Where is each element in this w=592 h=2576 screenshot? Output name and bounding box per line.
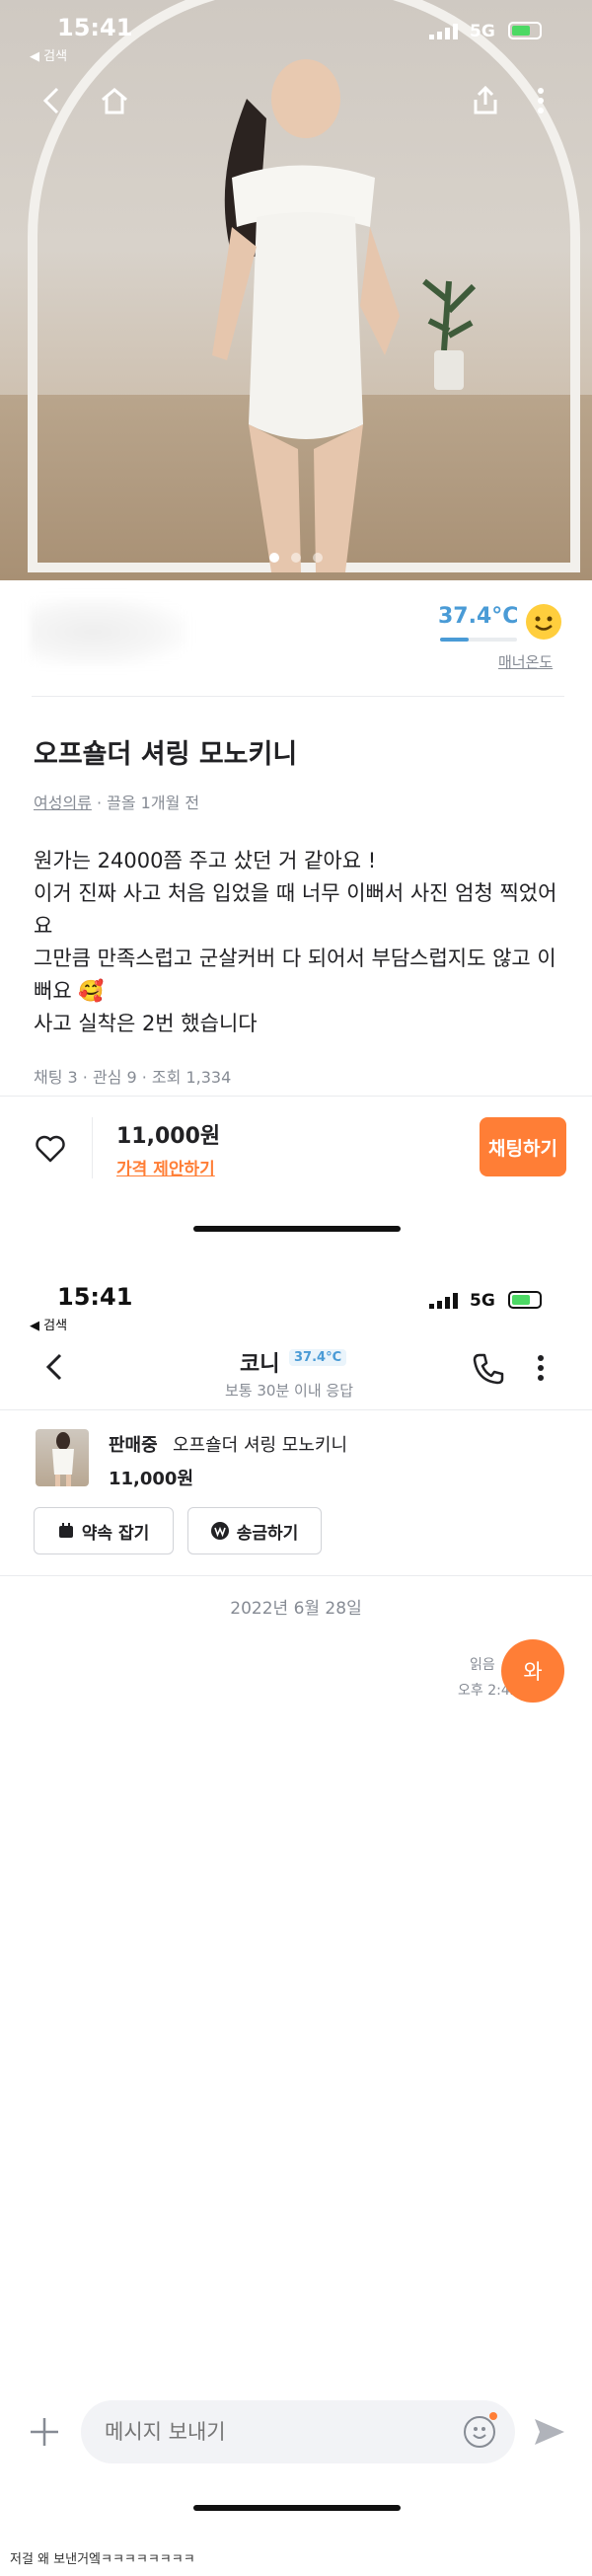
item-thumbnail[interactable] xyxy=(36,1429,89,1486)
temperature-bar xyxy=(440,638,517,642)
signal-icon xyxy=(429,1293,458,1309)
model-figure xyxy=(212,59,400,572)
response-time: 보통 30분 이내 응답 xyxy=(225,1382,353,1400)
emoji-icon[interactable] xyxy=(464,2416,495,2448)
listing-title: 오프숄더 셔링 모노키니 xyxy=(34,739,298,770)
item-price: 11,000원 xyxy=(109,1469,194,1489)
status-time: 15:41 xyxy=(57,14,133,41)
battery-icon xyxy=(508,22,542,39)
heart-icon[interactable] xyxy=(34,1132,67,1166)
thumbnail-figure xyxy=(52,1432,74,1486)
appointment-button[interactable]: 약속 잡기 xyxy=(34,1507,174,1554)
smile-face-icon xyxy=(526,604,561,640)
partner-temperature: 37.4°C xyxy=(289,1349,347,1366)
listing-screen: 15:41 ◀ 검색 5G 37.4°C 매너온도 오프숄더 셔링 모노키니 여… xyxy=(0,0,592,1268)
manner-label[interactable]: 매너온도 xyxy=(498,651,553,672)
won-coin-icon xyxy=(210,1522,229,1540)
send-icon[interactable] xyxy=(533,2416,566,2448)
manner-temperature: 37.4°C xyxy=(438,604,519,629)
more-vertical-icon[interactable] xyxy=(521,81,560,120)
message-bubble[interactable]: 와 xyxy=(501,1639,564,1703)
vertical-divider xyxy=(92,1117,93,1178)
pager-dot[interactable] xyxy=(269,553,279,563)
listing-price: 11,000원 xyxy=(116,1124,221,1149)
listing-stats: 채팅 3 · 관심 9 · 조회 1,334 xyxy=(34,1068,232,1087)
photo-pager[interactable] xyxy=(0,548,592,567)
appointment-label: 약속 잡기 xyxy=(81,1523,150,1544)
category-link[interactable]: 여성의류 xyxy=(34,794,92,812)
read-receipt: 읽음 xyxy=(470,1657,495,1673)
item-status: 판매중 xyxy=(109,1435,158,1456)
chat-date: 2022년 6월 28일 xyxy=(230,1599,362,1619)
divider xyxy=(0,1575,592,1576)
battery-icon xyxy=(508,1291,542,1309)
back-to-app[interactable]: ◀ 검색 xyxy=(30,45,67,64)
phone-icon[interactable] xyxy=(472,1352,505,1386)
pager-dot[interactable] xyxy=(291,553,301,563)
share-icon[interactable] xyxy=(466,81,505,120)
network-label: 5G xyxy=(470,1291,495,1311)
price-offer-link[interactable]: 가격 제안하기 xyxy=(116,1155,215,1179)
home-indicator xyxy=(193,1226,401,1232)
more-vertical-icon[interactable] xyxy=(537,1354,545,1382)
back-arrow-icon[interactable] xyxy=(32,81,71,120)
status-time: 15:41 xyxy=(57,1283,133,1311)
transfer-button[interactable]: 송금하기 xyxy=(187,1507,322,1554)
network-label: 5G xyxy=(470,22,495,41)
listing-description: 원가는 24000쯤 주고 샀던 거 같아요 ! 이거 진짜 사고 처음 입었을… xyxy=(34,849,557,1035)
message-input[interactable] xyxy=(81,2400,515,2463)
pager-dot[interactable] xyxy=(313,553,323,563)
back-to-app[interactable]: ◀ 검색 xyxy=(30,1315,67,1333)
item-title: 오프숄더 셔링 모노키니 xyxy=(173,1435,348,1456)
partner-name: 코니 xyxy=(240,1352,280,1377)
chat-button[interactable]: 채팅하기 xyxy=(480,1117,566,1176)
home-indicator xyxy=(193,2505,401,2511)
notification-dot xyxy=(489,2412,497,2420)
caption-text: 저걸 왜 보낸거엨ㅋㅋㅋㅋㅋㅋㅋㅋ xyxy=(10,2552,195,2567)
seller-profile-blurred[interactable] xyxy=(30,597,187,666)
temperature-bar-fill xyxy=(440,638,470,642)
divider xyxy=(32,696,564,697)
divider xyxy=(0,1096,592,1097)
transfer-label: 송금하기 xyxy=(236,1523,299,1544)
plant-decoration xyxy=(422,278,477,390)
back-arrow-icon[interactable] xyxy=(43,1352,65,1382)
home-icon[interactable] xyxy=(95,81,134,120)
calendar-icon xyxy=(58,1523,73,1538)
signal-icon xyxy=(429,24,458,39)
plus-icon[interactable] xyxy=(28,2413,61,2459)
listing-meta: 여성의류 · 끌올 1개월 전 xyxy=(34,790,199,813)
product-photo[interactable]: 15:41 ◀ 검색 5G xyxy=(0,0,592,580)
divider xyxy=(0,1409,592,1410)
bumped-time: · 끌올 1개월 전 xyxy=(96,794,200,812)
